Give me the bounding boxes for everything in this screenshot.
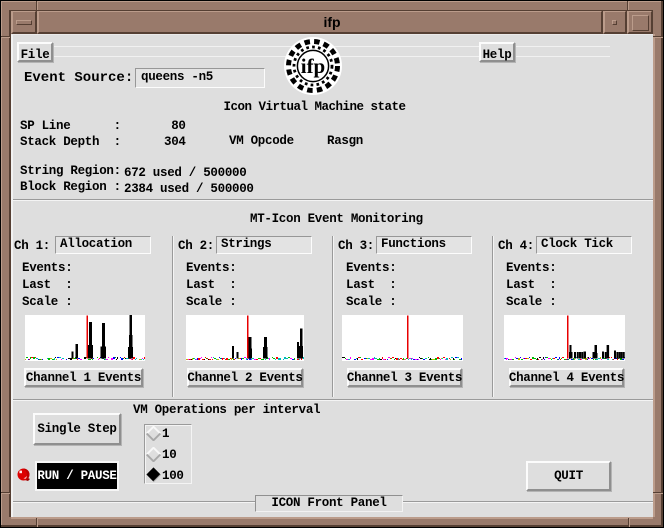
svg-text:ifp: ifp (301, 54, 326, 78)
